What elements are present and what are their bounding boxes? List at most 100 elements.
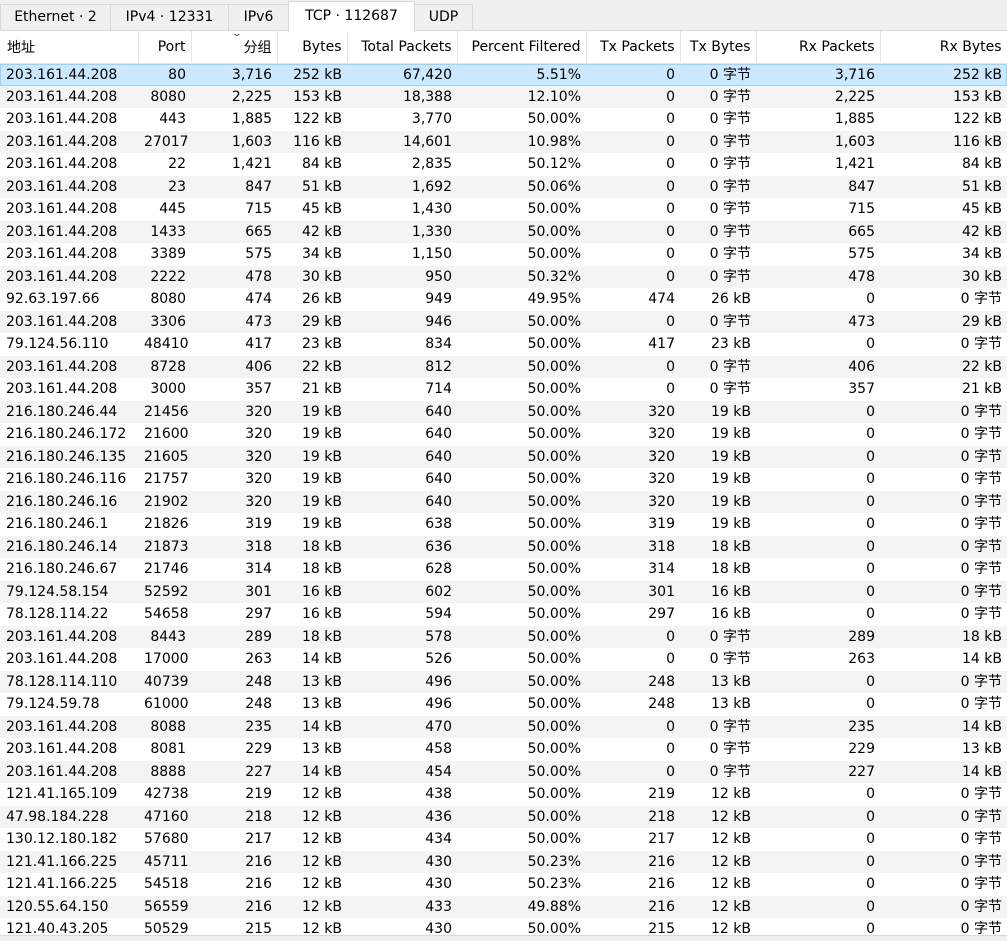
table-row[interactable]: 121.41.165.109 42738 219 12 kB 438 50.00% 219 1… [0, 783, 1007, 806]
table-row[interactable]: 130.12.180.182 57680 217 12 kB 434 50.00% 217 1… [0, 828, 1007, 851]
cell-total-packets: 2,835 [411, 156, 452, 173]
tab-ipv4[interactable]: IPv4 · 12331 [110, 4, 229, 30]
cell-packets: 1,421 [231, 156, 272, 173]
table-row[interactable]: 203.161.44.208 3306 473 29 kB 946 50.00% 0 0 字节… [0, 310, 1007, 333]
cell-rx-packets: 0 [866, 471, 875, 488]
cell-port: 23 [138, 175, 191, 198]
column-header-percent-filtered[interactable]: Percent Filtered [457, 31, 587, 64]
table-row[interactable]: 203.161.44.208 22 1,421 84 kB 2,835 50.12% 0 0 … [0, 153, 1007, 176]
table-row[interactable]: 203.161.44.208 27017 1,603 116 kB 14,601 10.9… [0, 130, 1007, 153]
cell-port: 8443 [138, 625, 191, 648]
table-row[interactable]: 79.124.59.78 61000 248 13 kB 496 50.00% 248 13 … [0, 693, 1007, 716]
table-row[interactable]: 216.180.246.172 21600 320 19 kB 640 50.00% 320… [0, 423, 1007, 446]
cell-total-packets: 438 [425, 786, 452, 803]
cell-total-packets: 18,388 [347, 85, 457, 108]
table-row[interactable]: 216.180.246.1 21826 319 19 kB 638 50.00% 319 19… [0, 513, 1007, 536]
table-row[interactable]: 203.161.44.208 23 847 51 kB 1,692 50.06% 0 0 字节… [0, 175, 1007, 198]
cell-rx-packets: 0 [756, 895, 880, 918]
table-row[interactable]: 121.40.43.205 50529 215 12 kB 430 50.00% 215 12… [0, 918, 1007, 936]
column-header-rx-packets[interactable]: Rx Packets [756, 31, 881, 64]
table-row[interactable]: 203.161.44.208 445 715 45 kB 1,430 50.00% 0 0 字… [0, 198, 1007, 221]
cell-port: 61000 [144, 696, 189, 713]
cell-rx-bytes: 21 kB [962, 381, 1002, 398]
cell-address: 203.161.44.208 [6, 741, 118, 758]
cell-total-packets: 640 [347, 490, 457, 513]
table-row[interactable]: 203.161.44.208 2222 478 30 kB 950 50.32% 0 0 字节… [0, 265, 1007, 288]
table-row[interactable]: 216.180.246.14 21873 318 18 kB 636 50.00% 318 1… [0, 535, 1007, 558]
cell-address: 216.180.246.172 [6, 426, 127, 443]
table-row[interactable]: 203.161.44.208 443 1,885 122 kB 3,770 50.00% 0… [0, 108, 1007, 131]
cell-total-packets: 1,692 [347, 175, 457, 198]
table-row[interactable]: 203.161.44.208 80 3,716 252 kB 67,420 5.51% 0 0… [0, 63, 1007, 86]
cell-bytes: 19 kB [277, 400, 347, 423]
table-row[interactable]: 120.55.64.150 56559 216 12 kB 433 49.88% 216 12… [0, 895, 1007, 918]
table-row[interactable]: 203.161.44.208 8728 406 22 kB 812 50.00% 0 0 字节… [0, 355, 1007, 378]
cell-rx-packets: 1,885 [834, 111, 875, 128]
tab-ipv6[interactable]: IPv6 [228, 4, 289, 30]
cell-percent-filtered: 50.00% [527, 606, 581, 623]
column-header-rx-bytes[interactable]: Rx Bytes [880, 31, 1007, 64]
cell-rx-bytes: 0 字节 [880, 445, 1007, 468]
tab-ethernet[interactable]: Ethernet · 2 [0, 4, 111, 30]
column-header-packets[interactable]: ⌄ 分组 [191, 31, 278, 64]
table-row[interactable]: 203.161.44.208 8443 289 18 kB 578 50.00% 0 0 字节… [0, 625, 1007, 648]
cell-port: 8728 [138, 355, 191, 378]
cell-tx-packets: 0 [586, 265, 680, 288]
column-header-port[interactable]: Port [138, 31, 192, 64]
conversations-table-body: 203.161.44.208 80 3,716 252 kB 67,420 5.51% 0 0… [0, 63, 1007, 936]
cell-total-packets: 1,330 [347, 220, 457, 243]
cell-bytes: 45 kB [302, 201, 342, 218]
table-row[interactable]: 121.41.166.225 54518 216 12 kB 430 50.23% 216 1… [0, 873, 1007, 896]
table-row[interactable]: 216.180.246.67 21746 314 18 kB 628 50.00% 314 1… [0, 558, 1007, 581]
cell-packets: 229 [245, 741, 272, 758]
table-row[interactable]: 216.180.246.116 21757 320 19 kB 640 50.00% 320… [0, 468, 1007, 491]
table-row[interactable]: 78.128.114.110 40739 248 13 kB 496 50.00% 248 1… [0, 670, 1007, 693]
cell-port: 40739 [138, 670, 191, 693]
table-row[interactable]: 121.41.166.225 45711 216 12 kB 430 50.23% 216 1… [0, 850, 1007, 873]
table-row[interactable]: 203.161.44.208 8088 235 14 kB 470 50.00% 0 0 字节… [0, 715, 1007, 738]
cell-port: 21605 [138, 445, 191, 468]
column-header-tx-packets[interactable]: Tx Packets [586, 31, 681, 64]
cell-percent-filtered: 50.00% [457, 310, 586, 333]
cell-packets: 478 [191, 265, 277, 288]
cell-tx-packets: 248 [648, 696, 675, 713]
table-row[interactable]: 203.161.44.208 1433 665 42 kB 1,330 50.00% 0 0 … [0, 220, 1007, 243]
cell-rx-packets: 2,225 [756, 85, 880, 108]
cell-percent-filtered: 50.00% [457, 625, 586, 648]
table-row[interactable]: 203.161.44.208 8888 227 14 kB 454 50.00% 0 0 字节… [0, 760, 1007, 783]
cell-packets: 1,885 [231, 111, 272, 128]
column-header-address[interactable]: 地址 [0, 31, 139, 64]
column-header-total-packets[interactable]: Total Packets [347, 31, 458, 64]
table-row[interactable]: 203.161.44.208 8081 229 13 kB 458 50.00% 0 0 字节… [0, 738, 1007, 761]
cell-tx-bytes: 12 kB [680, 850, 756, 873]
table-row[interactable]: 216.180.246.44 21456 320 19 kB 640 50.00% 320 1… [0, 400, 1007, 423]
cell-total-packets: 430 [425, 921, 452, 936]
table-row[interactable]: 78.128.114.22 54658 297 16 kB 594 50.00% 297 16… [0, 603, 1007, 626]
table-row[interactable]: 216.180.246.16 21902 320 19 kB 640 50.00% 320 1… [0, 490, 1007, 513]
cell-tx-bytes: 0 字节 [680, 625, 756, 648]
tab-udp[interactable]: UDP [414, 4, 473, 30]
tab-tcp[interactable]: TCP · 112687 [288, 1, 415, 32]
table-row[interactable]: 79.124.58.154 52592 301 16 kB 602 50.00% 301 16… [0, 580, 1007, 603]
table-row[interactable]: 216.180.246.135 21605 320 19 kB 640 50.00% 320… [0, 445, 1007, 468]
column-header-bytes[interactable]: Bytes [277, 31, 348, 64]
table-row[interactable]: 47.98.184.228 47160 218 12 kB 436 50.00% 218 12… [0, 805, 1007, 828]
cell-port: 3000 [150, 381, 186, 398]
table-row[interactable]: 203.161.44.208 8080 2,225 153 kB 18,388 12.10… [0, 85, 1007, 108]
sort-descending-icon: ⌄ [230, 31, 243, 39]
table-row[interactable]: 79.124.56.110 48410 417 23 kB 834 50.00% 417 23… [0, 333, 1007, 356]
column-header-tx-bytes[interactable]: Tx Bytes [680, 31, 757, 64]
cell-tx-bytes: 0 字节 [709, 156, 751, 173]
table-row[interactable]: 92.63.197.66 8080 474 26 kB 949 49.95% 474 26 k… [0, 288, 1007, 311]
cell-total-packets: 638 [425, 516, 452, 533]
cell-tx-bytes: 0 字节 [680, 715, 756, 738]
cell-bytes: 23 kB [302, 336, 342, 353]
cell-tx-packets: 0 [666, 651, 675, 668]
cell-tx-packets: 218 [586, 805, 680, 828]
cell-rx-packets: 715 [848, 201, 875, 218]
table-row[interactable]: 203.161.44.208 3389 575 34 kB 1,150 50.00% 0 0 … [0, 243, 1007, 266]
cell-rx-bytes: 14 kB [880, 715, 1007, 738]
table-row[interactable]: 203.161.44.208 17000 263 14 kB 526 50.00% 0 0 字… [0, 648, 1007, 671]
table-row[interactable]: 203.161.44.208 3000 357 21 kB 714 50.00% 0 0 字节… [0, 378, 1007, 401]
cell-rx-bytes: 0 字节 [960, 696, 1002, 713]
